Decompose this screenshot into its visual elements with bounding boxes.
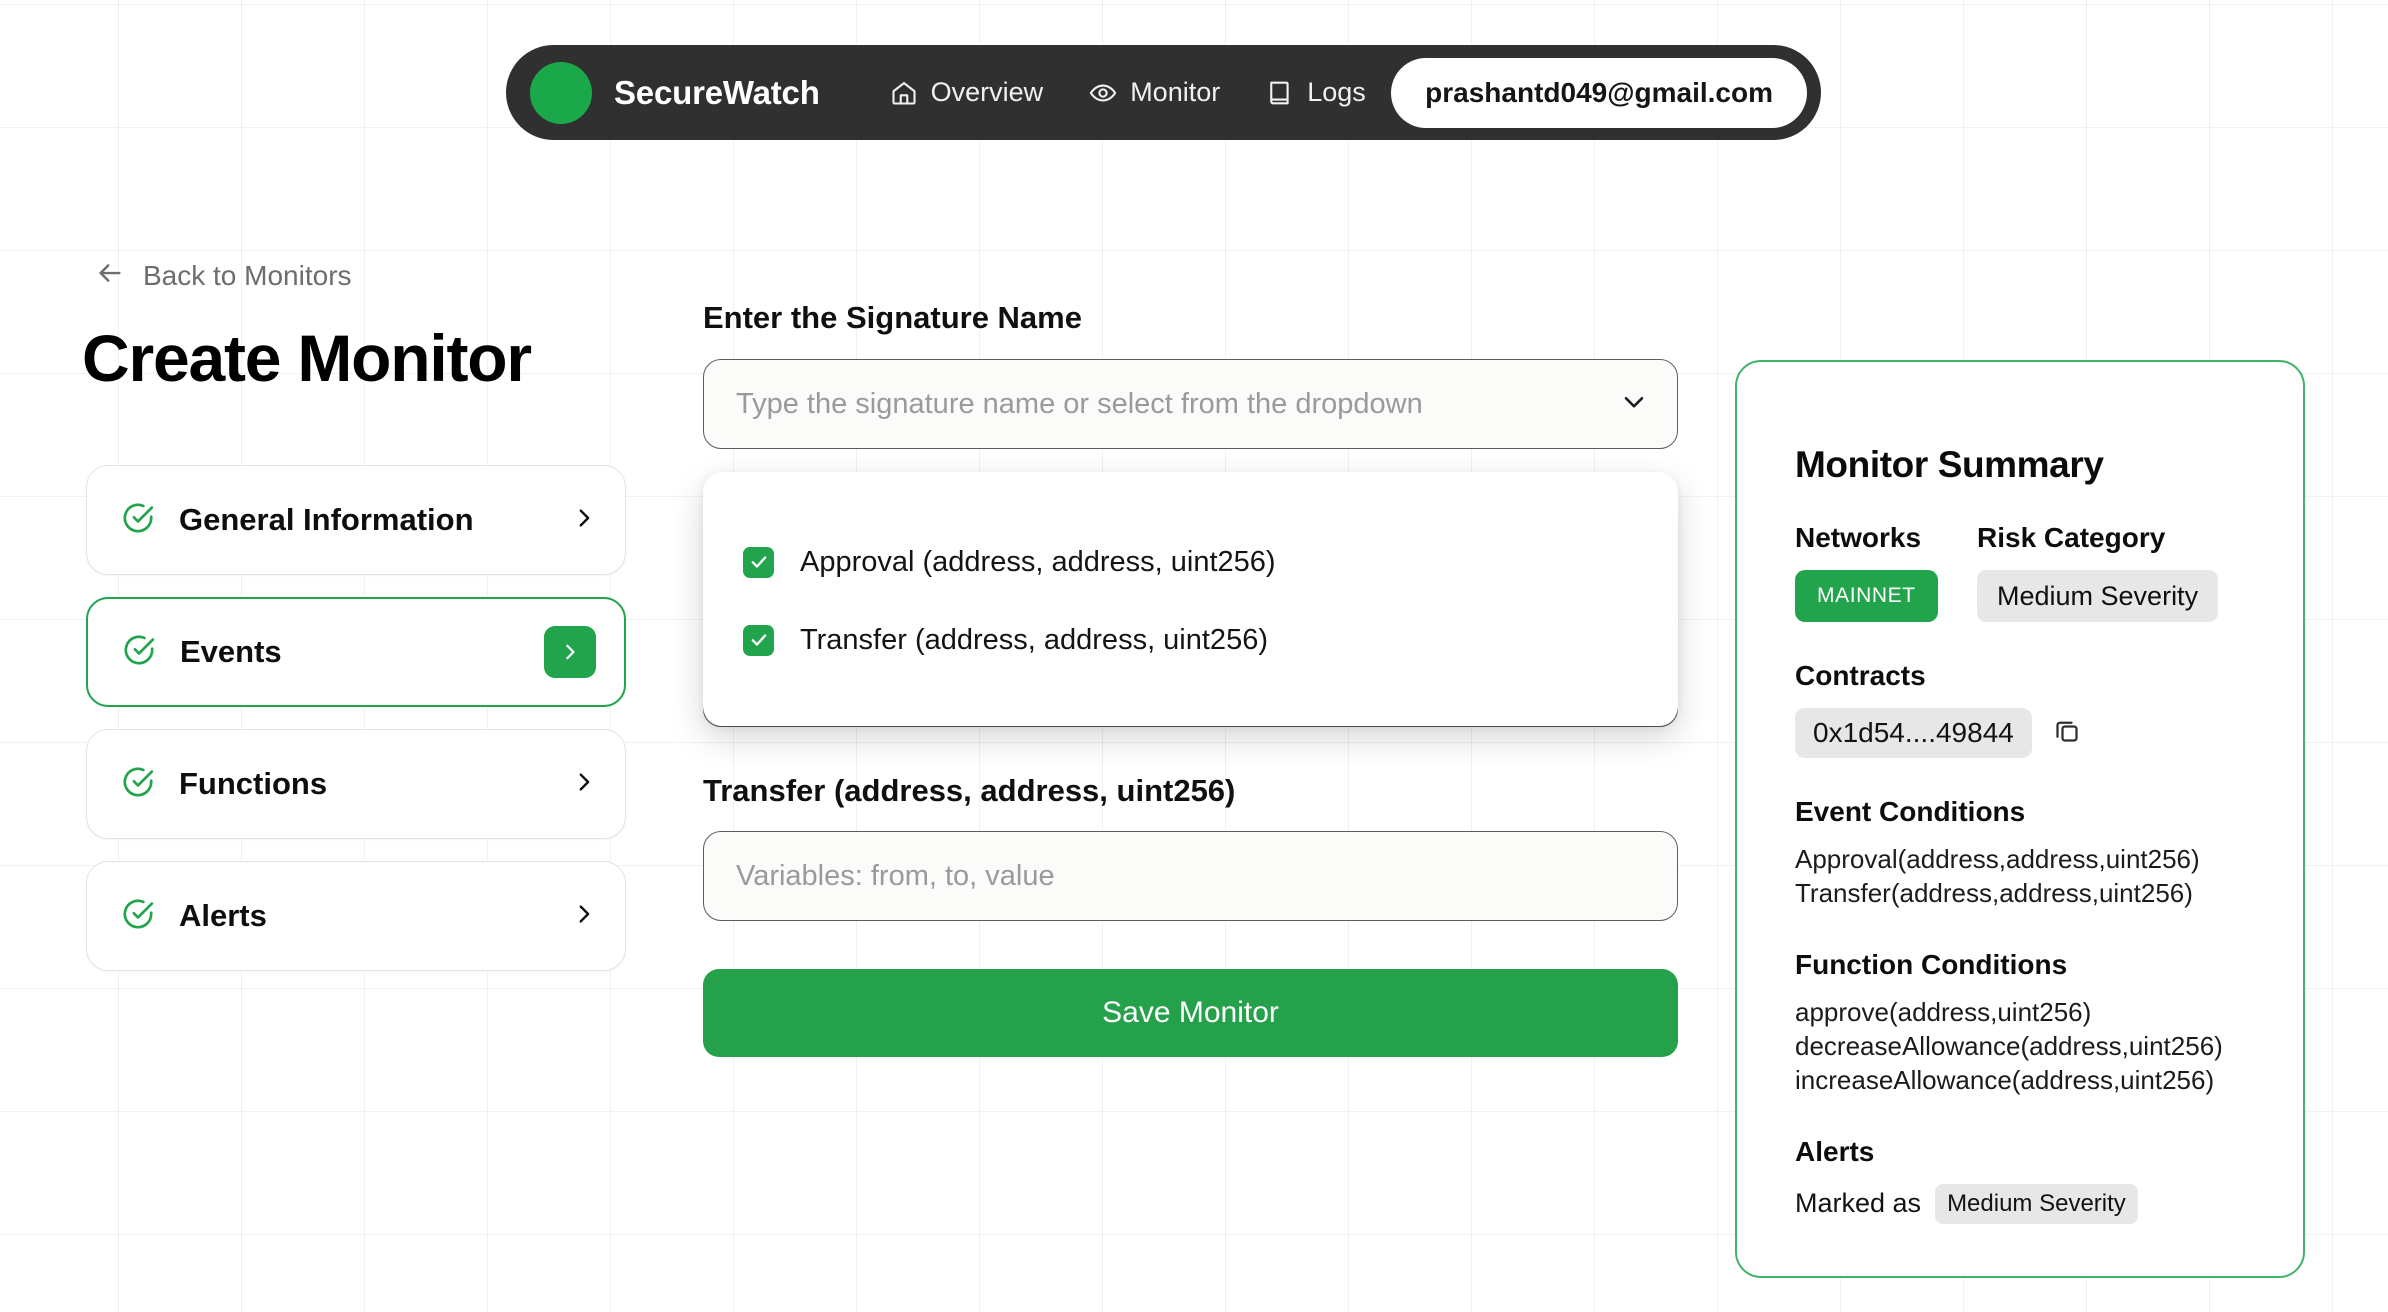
signature-name-combobox: Type the signature name or select from t… [703,359,1678,726]
monitor-summary-panel: Monitor Summary Networks MAINNET Risk Ca… [1735,360,2305,1278]
dropdown-option-transfer[interactable]: Transfer (address, address, uint256) [703,612,1678,668]
signature-name-input[interactable]: Type the signature name or select from t… [703,359,1678,449]
summary-contracts-heading: Contracts [1795,660,1926,691]
back-to-monitors-link[interactable]: Back to Monitors [95,258,352,293]
user-email-pill[interactable]: prashantd049@gmail.com [1391,57,1807,128]
copy-icon[interactable] [2052,716,2082,751]
alerts-row: Marked as Medium Severity [1795,1183,2251,1224]
summary-risk-column: Risk Category Medium Severity [1977,522,2219,622]
steps-sidebar: General Information Events Functions Ale… [86,465,626,971]
nav-item-overview-label: Overview [930,77,1044,107]
monitor-summary-title: Monitor Summary [1795,444,2104,485]
top-navbar: SecureWatch Overview Monitor Logs prasha… [506,45,1821,140]
summary-function-conditions-heading: Function Conditions [1795,948,2068,980]
summary-networks-column: Networks MAINNET [1795,522,1977,622]
event-condition-item: Transfer(address,address,uint256) [1795,878,2193,909]
nav-item-logs[interactable]: Logs [1266,77,1366,108]
contract-row: 0x1d54....49844 [1795,708,2251,758]
function-condition-item: decreaseAllowance(address,uint256) [1795,1030,2223,1061]
sidebar-item-functions-label: Functions [179,766,328,801]
nav-item-overview[interactable]: Overview [890,77,1044,108]
event-conditions-list: Approval(address,address,uint256) Transf… [1795,842,2251,911]
chevron-right-icon [571,769,597,800]
nav-links: Overview Monitor Logs [890,77,1366,108]
sidebar-item-alerts[interactable]: Alerts [86,861,626,971]
sidebar-item-events[interactable]: Events [86,597,626,707]
book-icon [1266,79,1294,107]
nav-item-logs-label: Logs [1307,77,1366,107]
contract-address-chip: 0x1d54....49844 [1795,708,2032,758]
function-condition-item: approve(address,uint256) [1795,996,2092,1027]
transfer-variables-group: Transfer (address, address, uint256) Var… [703,773,1678,921]
signature-name-placeholder: Type the signature name or select from t… [736,387,1423,420]
function-conditions-list: approve(address,uint256) decreaseAllowan… [1795,995,2251,1098]
sidebar-item-alerts-label: Alerts [179,898,267,933]
function-condition-item: increaseAllowance(address,uint256) [1795,1065,2215,1096]
transfer-variables-placeholder: Variables: from, to, value [736,859,1055,892]
check-circle-icon [121,501,155,540]
chevron-right-icon [571,505,597,536]
transfer-variables-label: Transfer (address, address, uint256) [703,773,1236,808]
sidebar-item-general-information[interactable]: General Information [86,465,626,575]
user-email-label: prashantd049@gmail.com [1425,76,1773,108]
checkbox-checked-icon[interactable] [743,546,774,578]
network-badge: MAINNET [1795,570,1938,622]
sidebar-item-general-information-label: General Information [179,502,474,537]
check-circle-icon [121,765,155,804]
summary-networks-heading: Networks [1795,522,1922,553]
save-monitor-button[interactable]: Save Monitor [703,969,1678,1057]
sidebar-item-functions[interactable]: Functions [86,729,626,839]
signature-name-group: Enter the Signature Name Type the signat… [703,300,1678,726]
dropdown-option-approval-label: Approval (address, address, uint256) [800,545,1276,578]
chevron-down-icon[interactable] [1619,387,1649,422]
summary-event-conditions-block: Event Conditions Approval(address,addres… [1795,796,2251,911]
summary-networks-risk-row: Networks MAINNET Risk Category Medium Se… [1795,522,2251,622]
dropdown-option-transfer-label: Transfer (address, address, uint256) [800,623,1268,656]
sidebar-item-events-label: Events [180,634,282,669]
eye-icon [1089,79,1117,107]
summary-alerts-heading: Alerts [1795,1135,1875,1167]
signature-dropdown-list: Approval (address, address, uint256) Tra… [703,472,1678,726]
summary-contracts-block: Contracts 0x1d54....49844 [1795,660,2251,758]
summary-alerts-block: Alerts Marked as Medium Severity [1795,1136,2251,1224]
brand[interactable]: SecureWatch [530,61,820,124]
event-condition-item: Approval(address,address,uint256) [1795,844,2200,874]
dropdown-option-approval[interactable]: Approval (address, address, uint256) [703,534,1678,590]
home-icon [890,79,918,107]
brand-name: SecureWatch [614,73,820,111]
risk-category-badge: Medium Severity [1977,570,2219,622]
summary-function-conditions-block: Function Conditions approve(address,uint… [1795,949,2251,1098]
monitor-form: Enter the Signature Name Type the signat… [703,300,1678,1057]
check-circle-icon [121,897,155,936]
events-expand-button[interactable] [544,626,596,678]
chevron-right-icon [571,901,597,932]
summary-event-conditions-heading: Event Conditions [1795,796,2026,827]
transfer-variables-input[interactable]: Variables: from, to, value [703,831,1678,921]
alerts-prefix-label: Marked as [1795,1188,1922,1219]
alerts-severity-badge: Medium Severity [1935,1183,2138,1224]
arrow-left-icon [95,258,125,293]
securewatch-logo-icon [530,61,592,124]
nav-item-monitor[interactable]: Monitor [1089,77,1220,108]
nav-item-monitor-label: Monitor [1130,77,1221,107]
summary-risk-heading: Risk Category [1977,522,2166,553]
signature-name-label: Enter the Signature Name [703,300,1082,335]
back-to-monitors-label: Back to Monitors [143,259,352,291]
page-title: Create Monitor [82,321,532,395]
check-circle-icon [122,633,156,672]
checkbox-checked-icon[interactable] [743,624,774,656]
